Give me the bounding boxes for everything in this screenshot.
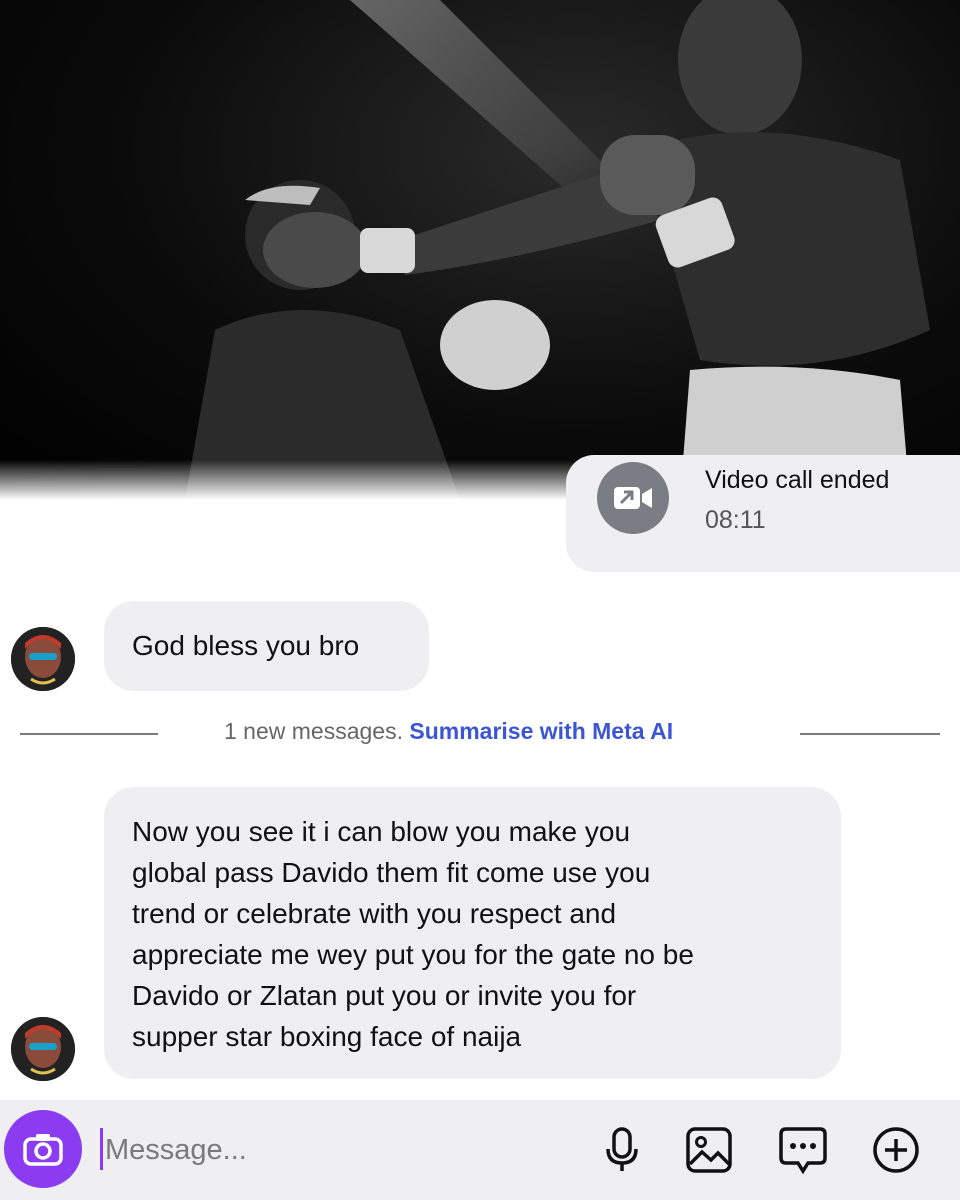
sticker-icon xyxy=(779,1127,827,1174)
camera-icon xyxy=(23,1134,63,1166)
message-line: supper star boxing face of naija xyxy=(132,1021,522,1052)
plus-icon xyxy=(873,1127,919,1173)
video-call-ended-icon xyxy=(597,462,669,534)
message-line: global pass Davido them fit come use you xyxy=(132,857,651,888)
divider-line-left xyxy=(20,733,158,735)
call-status-text: Video call ended xyxy=(705,466,890,494)
message-line: trend or celebrate with you respect and xyxy=(132,898,617,929)
sticker-button[interactable] xyxy=(775,1122,831,1178)
message-bubble[interactable]: Now you see it i can blow you make you g… xyxy=(104,787,841,1079)
avatar-image xyxy=(11,1017,75,1081)
boxing-photo-illustration xyxy=(185,0,930,500)
avatar-image xyxy=(11,627,75,691)
message-line: Davido or Zlatan put you or invite you f… xyxy=(132,980,637,1011)
gallery-button[interactable] xyxy=(681,1122,737,1178)
sender-avatar[interactable] xyxy=(11,1017,75,1081)
more-options-button[interactable] xyxy=(868,1122,924,1178)
message-input[interactable] xyxy=(105,1125,555,1175)
shared-photo[interactable] xyxy=(0,0,960,500)
microphone-button[interactable] xyxy=(594,1122,650,1178)
message-line: appreciate me wey put you for the gate n… xyxy=(132,939,694,970)
text-caret xyxy=(100,1128,103,1170)
message-bubble[interactable]: God bless you bro xyxy=(104,601,429,691)
sender-avatar[interactable] xyxy=(11,627,75,691)
new-messages-count: 1 new messages. xyxy=(224,718,403,744)
divider-line-right xyxy=(800,733,940,735)
gallery-icon xyxy=(686,1127,732,1173)
new-messages-divider: 1 new messages. Summarise with Meta AI xyxy=(224,718,673,745)
microphone-icon xyxy=(606,1127,638,1171)
message-line: Now you see it i can blow you make you xyxy=(132,816,631,847)
camera-button[interactable] xyxy=(4,1110,82,1188)
call-time: 08:11 xyxy=(705,506,766,534)
message-text: God bless you bro xyxy=(132,630,360,661)
summarise-with-meta-ai-link[interactable]: Summarise with Meta AI xyxy=(409,718,673,744)
